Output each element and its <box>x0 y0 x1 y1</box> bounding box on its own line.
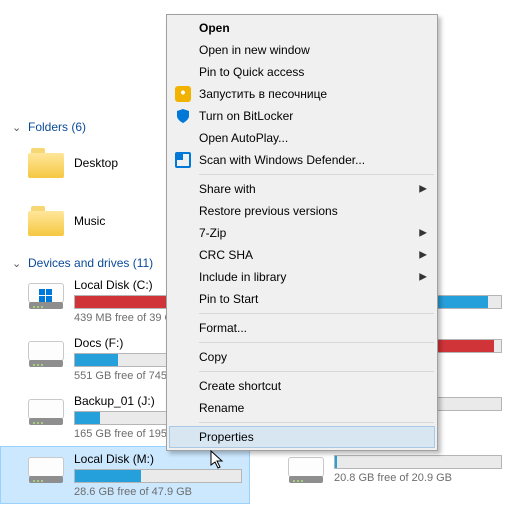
menu-properties[interactable]: Properties <box>169 426 435 448</box>
menu-format[interactable]: Format... <box>169 317 435 339</box>
folder-label: Desktop <box>74 156 118 170</box>
chevron-right-icon: ▶ <box>419 272 427 283</box>
chevron-right-icon: ▶ <box>419 184 427 195</box>
defender-icon <box>175 152 191 168</box>
menu-crc-sha[interactable]: CRC SHA▶ <box>169 244 435 266</box>
menu-defender[interactable]: Scan with Windows Defender... <box>169 149 435 171</box>
chevron-down-icon: ⌄ <box>12 121 24 134</box>
drives-title: Devices and drives (11) <box>28 256 153 270</box>
cursor-icon <box>210 450 226 470</box>
shield-icon <box>175 108 191 124</box>
menu-bitlocker[interactable]: Turn on BitLocker <box>169 105 435 127</box>
menu-sandbox[interactable]: Запустить в песочнице <box>169 83 435 105</box>
menu-open-new-window[interactable]: Open in new window <box>169 39 435 61</box>
chevron-right-icon: ▶ <box>419 250 427 261</box>
menu-autoplay[interactable]: Open AutoPlay... <box>169 127 435 149</box>
drive-icon <box>28 397 64 425</box>
drive-icon <box>288 455 324 483</box>
menu-7zip[interactable]: 7-Zip▶ <box>169 222 435 244</box>
menu-separator <box>199 313 434 314</box>
chevron-down-icon: ⌄ <box>12 257 24 270</box>
context-menu: Open Open in new window Pin to Quick acc… <box>166 14 438 451</box>
drive-icon <box>28 455 64 483</box>
menu-restore-versions[interactable]: Restore previous versions <box>169 200 435 222</box>
folder-label: Music <box>74 214 105 228</box>
drive-icon <box>28 339 64 367</box>
menu-separator <box>199 342 434 343</box>
drive-n[interactable]: 20.8 GB free of 20.9 GB <box>260 446 510 504</box>
menu-separator <box>199 371 434 372</box>
menu-rename[interactable]: Rename <box>169 397 435 419</box>
menu-pin-start[interactable]: Pin to Start <box>169 288 435 310</box>
menu-pin-quick-access[interactable]: Pin to Quick access <box>169 61 435 83</box>
storage-bar <box>74 469 242 483</box>
menu-separator <box>199 174 434 175</box>
chevron-right-icon: ▶ <box>419 228 427 239</box>
menu-open[interactable]: Open <box>169 17 435 39</box>
drive-free-text: 28.6 GB free of 47.9 GB <box>74 486 242 498</box>
menu-copy[interactable]: Copy <box>169 346 435 368</box>
drive-icon <box>28 281 64 309</box>
menu-share-with[interactable]: Share with▶ <box>169 178 435 200</box>
folders-title: Folders (6) <box>28 120 86 134</box>
menu-create-shortcut[interactable]: Create shortcut <box>169 375 435 397</box>
storage-bar <box>334 455 502 469</box>
folder-icon <box>28 206 64 236</box>
menu-separator <box>199 422 434 423</box>
drive-free-text: 20.8 GB free of 20.9 GB <box>334 472 502 484</box>
sandbox-icon <box>175 86 191 102</box>
menu-include-library[interactable]: Include in library▶ <box>169 266 435 288</box>
folder-icon <box>28 148 64 178</box>
